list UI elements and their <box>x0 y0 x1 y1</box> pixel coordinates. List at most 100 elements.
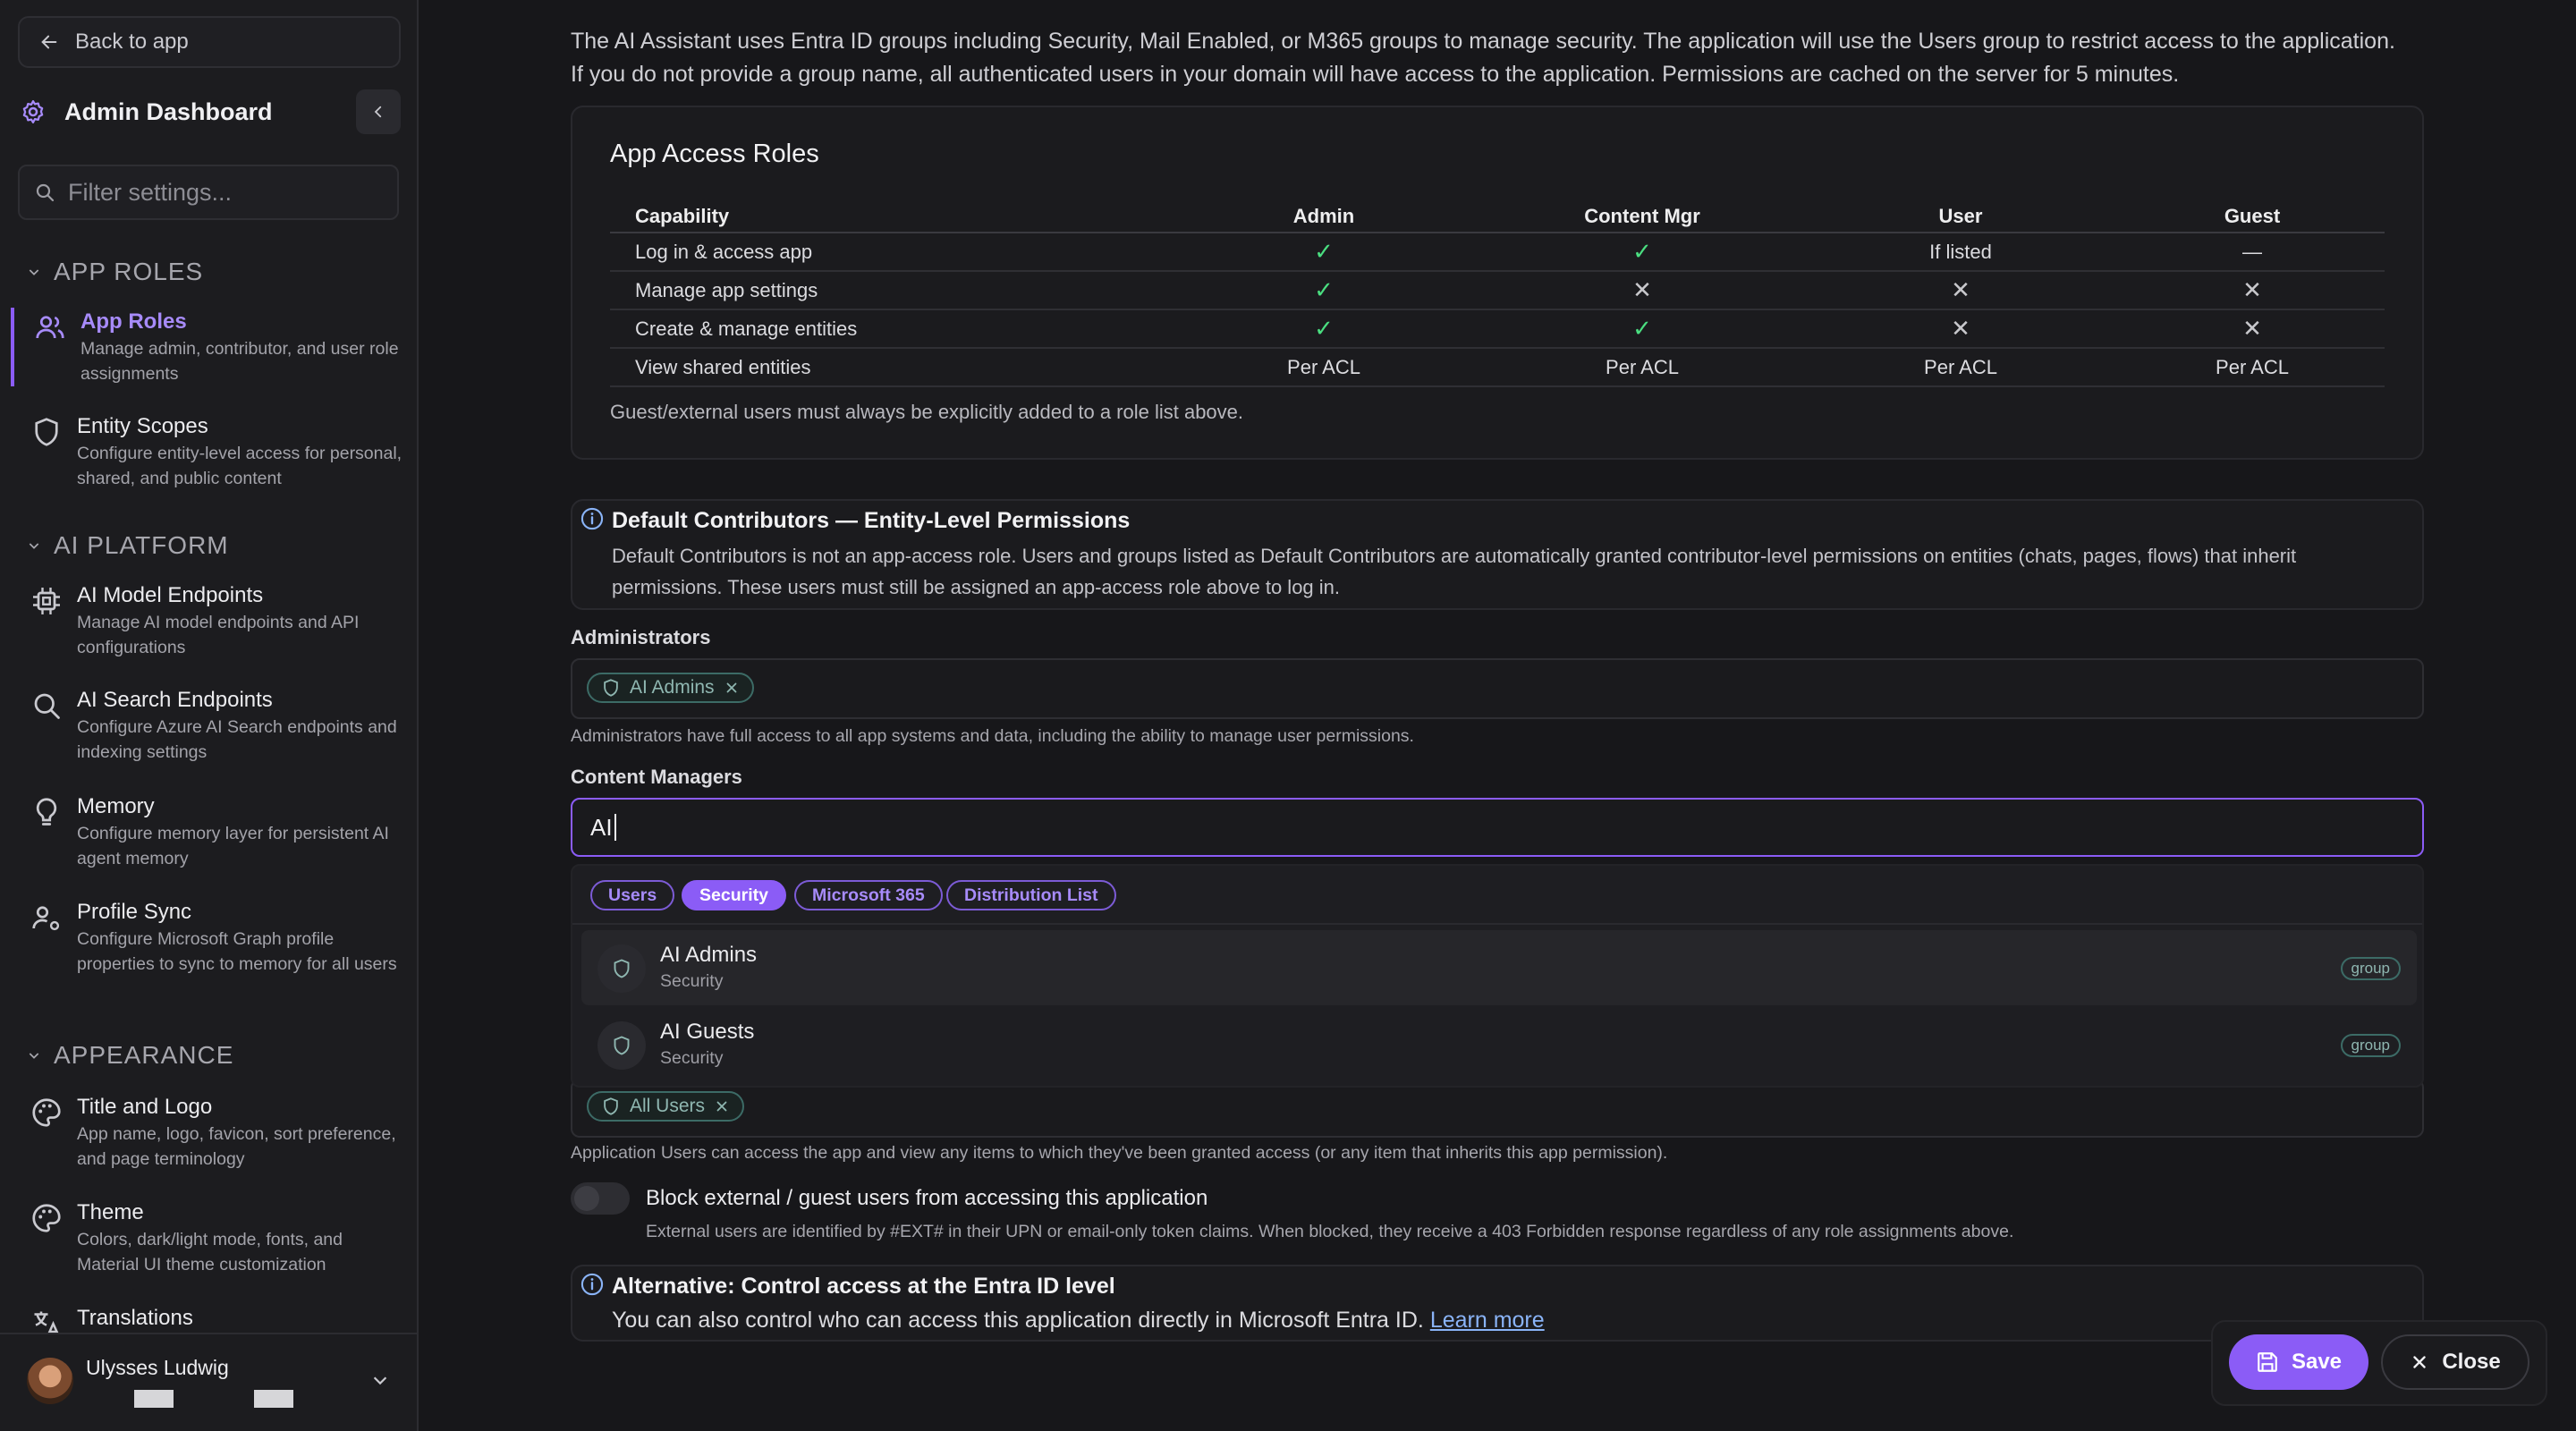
info-body-line: You can also control who can access this… <box>612 1308 1545 1334</box>
nav-description: Configure Azure AI Search endpoints and … <box>77 717 397 762</box>
sidebar-item-ai-search-endpoints[interactable]: AI Search Endpoints Configure Azure AI S… <box>11 686 408 765</box>
col-guest: Guest <box>2120 200 2385 233</box>
avatar <box>27 1358 73 1404</box>
capability-cell: Manage app settings <box>610 271 1165 310</box>
dashboard-header: Admin Dashboard <box>20 89 401 134</box>
info-title: Default Contributors — Entity-Level Perm… <box>612 508 1131 533</box>
x-icon: ✕ <box>2120 271 2385 310</box>
palette-icon <box>32 1204 61 1232</box>
back-to-app-button[interactable]: Back to app <box>18 16 401 68</box>
result-ai-admins[interactable]: AI Admins Security group <box>581 930 2417 1005</box>
table-row: Create & manage entities ✓ ✓ ✕ ✕ <box>610 309 2385 349</box>
nav-title: Profile Sync <box>77 900 192 924</box>
sidebar-item-memory[interactable]: Memory Configure memory layer for persis… <box>11 792 408 871</box>
arrow-left-icon <box>41 35 57 49</box>
result-ai-guests[interactable]: AI Guests Security group <box>581 1007 2417 1082</box>
sidebar-item-theme[interactable]: Theme Colors, dark/light mode, fonts, an… <box>11 1198 408 1277</box>
table-row: View shared entities Per ACL Per ACL Per… <box>610 348 2385 387</box>
roles-table: Capability Admin Content Mgr User Guest … <box>610 200 2385 387</box>
content-managers-input[interactable]: AI <box>571 798 2424 857</box>
shield-icon <box>614 1036 630 1055</box>
collapse-sidebar-button[interactable] <box>356 89 401 134</box>
nav-title: App Roles <box>80 309 187 334</box>
capability-cell: Log in & access app <box>610 233 1165 272</box>
chip-label: All Users <box>630 1096 706 1116</box>
administrators-field[interactable]: AI Admins <box>571 658 2424 719</box>
learn-more-link[interactable]: Learn more <box>1430 1308 1545 1333</box>
nav-title: Translations <box>77 1306 193 1330</box>
section-app-roles[interactable]: APP ROLES <box>27 258 203 286</box>
group-badge: group <box>2340 1034 2401 1057</box>
chevron-down-icon <box>29 269 39 275</box>
close-icon[interactable] <box>724 680 740 696</box>
users-help: Application Users can access the app and… <box>571 1143 1668 1163</box>
sidebar-item-profile-sync[interactable]: Profile Sync Configure Microsoft Graph p… <box>11 898 408 977</box>
input-value: AI <box>590 813 613 841</box>
section-label: APP ROLES <box>54 258 204 285</box>
col-user: User <box>1801 200 2120 233</box>
user-menu[interactable]: Ulysses Ludwig <box>0 1333 417 1431</box>
x-icon: ✕ <box>1801 309 2120 349</box>
col-admin: Admin <box>1165 200 1483 233</box>
section-ai-platform[interactable]: AI PLATFORM <box>27 531 229 560</box>
administrators-help: Administrators have full access to all a… <box>571 726 1414 746</box>
close-icon <box>2413 1356 2427 1368</box>
info-body: Default Contributors is not an app-acces… <box>612 545 2297 598</box>
chevron-down-icon <box>373 1376 387 1385</box>
dashboard-title: Admin Dashboard <box>64 97 273 125</box>
check-icon: ✓ <box>1165 309 1483 349</box>
filter-chip-users[interactable]: Users <box>590 880 675 910</box>
search-icon <box>36 183 55 202</box>
filter-settings-field[interactable] <box>18 165 399 220</box>
toggle-knob <box>574 1186 599 1211</box>
block-external-help: External users are identified by #EXT# i… <box>646 1222 2014 1241</box>
chip-icon <box>33 588 60 614</box>
info-icon <box>580 507 604 530</box>
users-icon <box>36 316 64 339</box>
shield-icon <box>604 1097 618 1115</box>
section-appearance[interactable]: APPEARANCE <box>27 1041 233 1070</box>
filter-settings-input[interactable] <box>68 178 390 207</box>
save-label: Save <box>2291 1350 2343 1374</box>
shield-icon <box>614 959 630 978</box>
chip-ai-admins: AI Admins <box>587 673 754 703</box>
value-cell: Per ACL <box>1483 348 1801 387</box>
nav-title: Theme <box>77 1200 144 1224</box>
value-cell: Per ACL <box>1801 348 2120 387</box>
save-button[interactable]: Save <box>2229 1334 2368 1390</box>
redacted-block <box>254 1390 293 1408</box>
divider <box>572 923 2422 925</box>
sidebar-item-app-roles[interactable]: App Roles Manage admin, contributor, and… <box>11 308 408 386</box>
sidebar-item-entity-scopes[interactable]: Entity Scopes Configure entity-level acc… <box>11 412 408 491</box>
filter-chip-microsoft-365[interactable]: Microsoft 365 <box>794 880 943 910</box>
table-row: Log in & access app ✓ ✓ If listed — <box>610 233 2385 272</box>
nav-title: AI Search Endpoints <box>77 688 273 712</box>
capability-cell: Create & manage entities <box>610 309 1165 349</box>
filter-chip-distribution-list[interactable]: Distribution List <box>946 880 1116 910</box>
info-title: Alternative: Control access at the Entra… <box>612 1274 1115 1299</box>
sidebar-item-translations[interactable]: Translations <box>11 1304 408 1337</box>
default-contributors-info: Default Contributors — Entity-Level Perm… <box>571 499 2424 610</box>
check-icon: ✓ <box>1483 309 1801 349</box>
sidebar-item-title-and-logo[interactable]: Title and Logo App name, logo, favicon, … <box>11 1093 408 1172</box>
capability-cell: View shared entities <box>610 348 1165 387</box>
nav-description: Configure memory layer for persistent AI… <box>77 824 389 868</box>
block-external-toggle[interactable] <box>571 1182 630 1215</box>
nav-description: Manage AI model endpoints and API config… <box>77 613 360 657</box>
value-cell: If listed <box>1801 233 2120 272</box>
chevron-down-icon <box>29 543 39 549</box>
info-icon <box>580 1273 604 1296</box>
group-avatar <box>597 1021 646 1070</box>
col-content-mgr: Content Mgr <box>1483 200 1801 233</box>
sidebar-item-ai-model-endpoints[interactable]: AI Model Endpoints Manage AI model endpo… <box>11 581 408 660</box>
save-icon <box>2258 1352 2277 1372</box>
chip-all-users: All Users <box>587 1091 745 1122</box>
nav-description: Configure Microsoft Graph profile proper… <box>77 929 397 974</box>
text-caret <box>614 814 616 841</box>
shield-icon <box>604 679 618 697</box>
close-button[interactable]: Close <box>2381 1334 2529 1390</box>
palette-icon <box>32 1098 61 1127</box>
administrators-label: Administrators <box>571 626 711 648</box>
close-icon[interactable] <box>714 1098 730 1114</box>
filter-chip-security[interactable]: Security <box>682 880 786 910</box>
